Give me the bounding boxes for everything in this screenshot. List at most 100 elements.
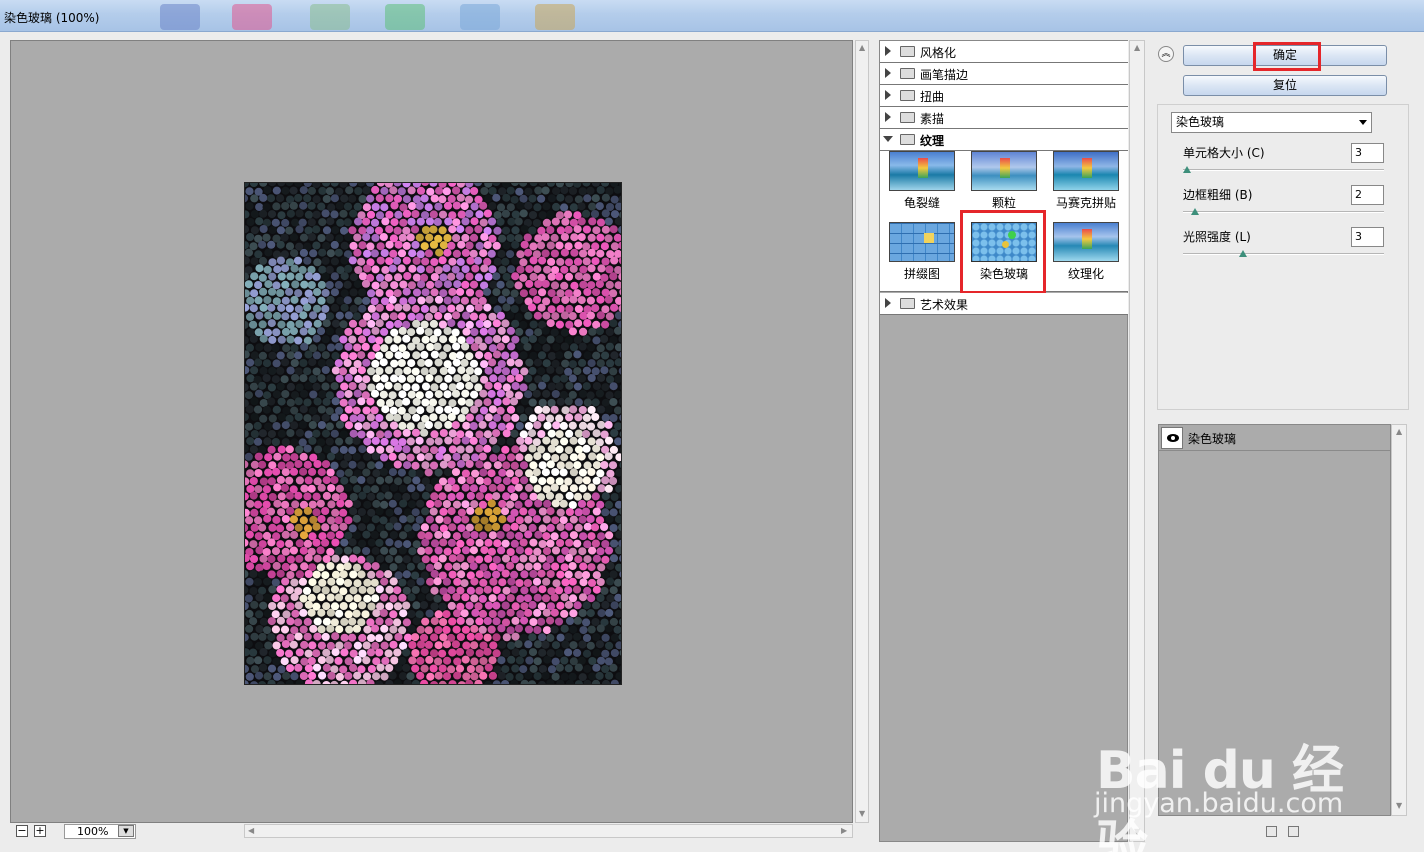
scroll-up-icon[interactable]: ▲ [1134,43,1140,53]
expand-triangle-icon[interactable] [885,68,891,78]
mosaic-cell [596,249,605,258]
filter-thumbnail-patchwork[interactable] [889,222,955,262]
zoom-dropdown-button[interactable]: ▼ [118,825,134,837]
expand-triangle-icon[interactable] [885,298,891,308]
mosaic-cell [277,445,286,454]
collapse-triangle-icon[interactable] [883,136,893,142]
collapse-gallery-button[interactable]: ︽ [1158,46,1174,62]
cell-size-slider-thumb[interactable] [1183,166,1192,173]
mosaic-cell [353,233,362,242]
mosaic-cell [309,249,318,258]
mosaic-cell [519,413,528,422]
filter-thumbnail-texturizer[interactable] [1053,222,1119,262]
layer-visibility-toggle[interactable] [1161,427,1183,449]
mosaic-cell [538,585,547,594]
mosaic-cell [610,493,619,501]
filter-category-stylize[interactable]: 风格化 [880,41,1128,63]
mosaic-cell [375,461,384,470]
mosaic-cell [331,334,340,343]
new-effect-layer-icon[interactable] [1266,826,1277,837]
scroll-left-icon[interactable]: ◀ [248,826,254,836]
mosaic-cell [502,397,511,406]
mosaic-cell [438,602,447,611]
border-thickness-input[interactable]: 2 [1351,185,1384,205]
mosaic-cell [561,359,570,368]
mosaic-cell [461,233,470,242]
expand-triangle-icon[interactable] [885,112,891,122]
mosaic-cell [420,242,429,251]
zoom-out-button[interactable]: − [16,825,28,837]
mosaic-cell [321,632,330,641]
mosaic-cell [308,578,317,587]
expand-triangle-icon[interactable] [885,46,891,56]
mosaic-cell [502,461,511,470]
scroll-down-icon[interactable]: ▼ [1134,827,1140,837]
mosaic-cell [516,265,525,274]
mosaic-cell [586,186,595,195]
filter-label-mosaic-tiles[interactable]: 马赛克拼贴 [1045,194,1127,211]
mosaic-cell [326,312,335,321]
filter-label-patchwork[interactable]: 拼缀图 [881,265,963,282]
filter-category-distort[interactable]: 扭曲 [880,85,1128,107]
border-thickness-slider-thumb[interactable] [1191,208,1200,215]
scroll-right-icon[interactable]: ▶ [841,826,847,836]
mosaic-cell [425,593,434,602]
cell-size-slider[interactable] [1183,169,1384,171]
mosaic-cell [412,256,421,265]
preview-vertical-scrollbar[interactable]: ▲ ▼ [855,40,869,823]
filter-thumbnail-craquelure[interactable] [889,151,955,191]
mosaic-cell [484,601,493,610]
filter-category-artistic[interactable]: 艺术效果 [880,293,1128,315]
mosaic-cell [331,648,340,657]
mosaic-cell [470,187,479,195]
preview-horizontal-scrollbar[interactable]: ◀ ▶ [244,824,853,838]
mosaic-cell [354,422,363,431]
mosaic-cell [514,469,523,478]
sailboat-icon [918,158,928,178]
filter-select-dropdown[interactable]: 染色玻璃 [1171,112,1372,133]
mosaic-cell [460,296,469,305]
effect-layers-scrollbar[interactable]: ▲ ▼ [1391,424,1407,816]
mosaic-cell [300,280,309,289]
mosaic-cell [402,287,411,296]
mosaic-cell [349,209,358,218]
mosaic-cell [417,531,426,540]
delete-effect-layer-icon[interactable] [1288,826,1299,837]
scroll-down-icon[interactable]: ▼ [1396,801,1402,811]
mosaic-cell [245,280,253,289]
mosaic-cell [272,515,281,524]
filter-list-scrollbar[interactable]: ▲ ▼ [1129,40,1145,842]
filter-label-craquelure[interactable]: 龟裂缝 [881,194,963,211]
light-intensity-slider-thumb[interactable] [1239,250,1248,257]
mosaic-cell [573,648,582,657]
cell-size-input[interactable]: 3 [1351,143,1384,163]
light-intensity-input[interactable]: 3 [1351,227,1384,247]
mosaic-cell [325,187,334,196]
mosaic-cell [294,618,303,627]
scroll-up-icon[interactable]: ▲ [1396,427,1402,437]
filter-thumbnail-grain[interactable] [971,151,1037,191]
border-thickness-slider[interactable] [1183,211,1384,213]
mosaic-cell [578,640,587,649]
preview-image[interactable] [244,182,622,685]
mosaic-cell [246,218,255,226]
scroll-down-icon[interactable]: ▼ [859,809,865,819]
light-intensity-slider[interactable] [1183,253,1384,255]
filter-category-texture[interactable]: 纹理 [880,129,1128,151]
mosaic-cell [586,343,596,352]
zoom-in-button[interactable]: + [34,825,46,837]
reset-button[interactable]: 复位 [1183,75,1387,96]
mosaic-cell [399,531,408,540]
mosaic-cell [484,336,493,345]
filter-label-grain[interactable]: 颗粒 [963,194,1045,211]
mosaic-cell [258,256,268,265]
mosaic-cell [425,609,434,618]
scroll-up-icon[interactable]: ▲ [859,43,865,53]
filter-label-texturizer[interactable]: 纹理化 [1045,265,1127,282]
expand-triangle-icon[interactable] [885,90,891,100]
filter-category-brush-strokes[interactable]: 画笔描边 [880,63,1128,85]
filter-thumbnail-mosaic-tiles[interactable] [1053,151,1119,191]
filter-category-sketch[interactable]: 素描 [880,107,1128,129]
mosaic-cell [384,491,393,500]
mosaic-cell [569,484,578,493]
